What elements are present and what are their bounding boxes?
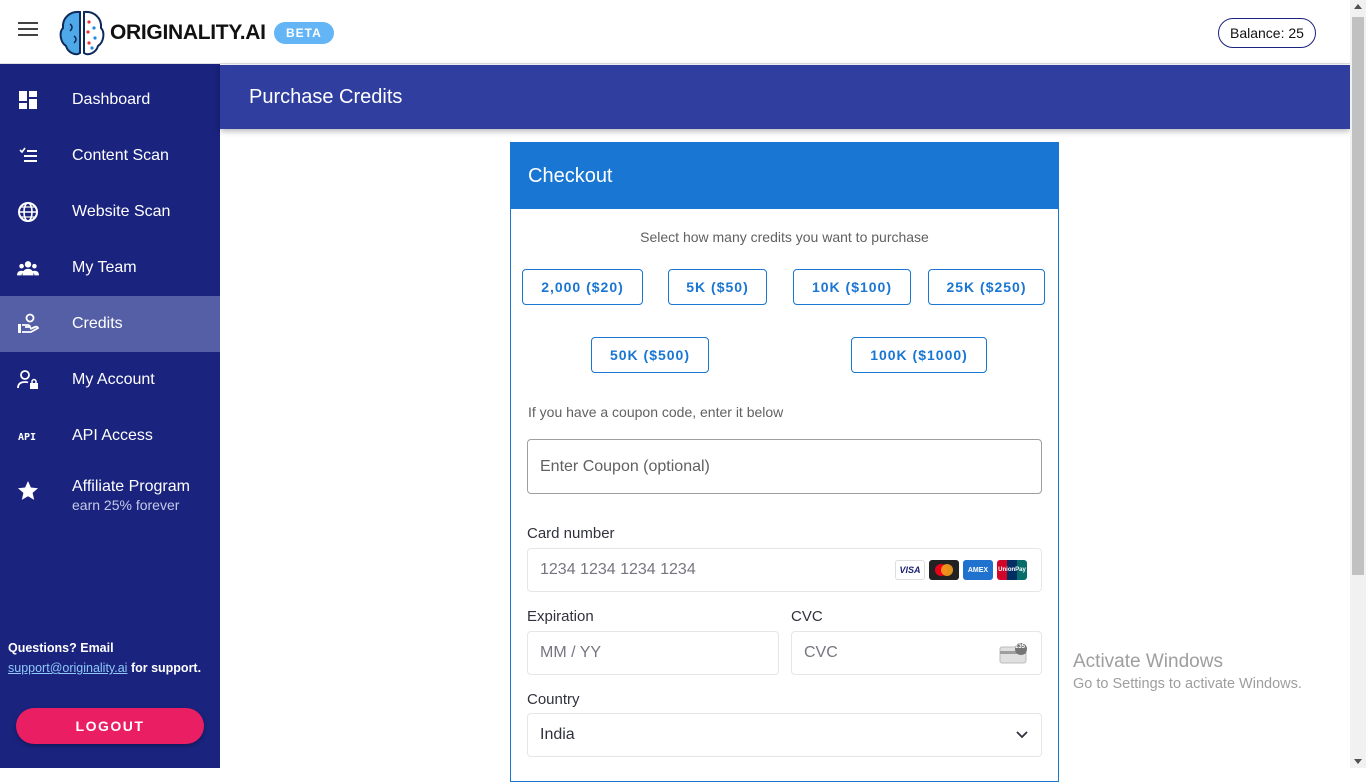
- credit-option-2000-button[interactable]: 2,000 ($20): [522, 269, 643, 305]
- beta-badge: BETA: [274, 22, 334, 44]
- mastercard-icon: [929, 560, 959, 580]
- sidebar-item-api-access[interactable]: API API Access: [0, 408, 220, 464]
- credit-option-25k-button[interactable]: 25K ($250): [928, 269, 1045, 305]
- activate-windows-subtitle: Go to Settings to activate Windows.: [1073, 676, 1302, 692]
- user-lock-icon: [17, 369, 39, 391]
- country-value: India: [540, 726, 575, 743]
- support-prefix: Questions? Email: [8, 641, 114, 655]
- page-header: Purchase Credits: [220, 65, 1350, 129]
- coupon-input[interactable]: [527, 439, 1042, 494]
- page-title: Purchase Credits: [249, 86, 403, 108]
- brain-logo-icon: [59, 10, 105, 56]
- sidebar-item-my-team[interactable]: My Team: [0, 240, 220, 296]
- cvc-icon-text: 135: [1015, 644, 1026, 650]
- balance-badge[interactable]: Balance: 25: [1218, 18, 1316, 48]
- checklist-icon: [17, 145, 39, 167]
- cvc-label: CVC: [791, 608, 823, 625]
- menu-icon[interactable]: [18, 22, 38, 42]
- svg-text:API: API: [18, 432, 36, 442]
- expiration-label: Expiration: [527, 608, 594, 625]
- activate-windows-title: Activate Windows: [1073, 651, 1223, 672]
- expiration-input[interactable]: [527, 631, 779, 675]
- sidebar-item-affiliate-program[interactable]: Affiliate Program earn 25% forever: [0, 464, 220, 528]
- sidebar-item-sublabel: earn 25% forever: [72, 497, 180, 513]
- card-brands: VISA AMEX UnionPay: [895, 560, 1027, 580]
- logout-button[interactable]: LOGOUT: [16, 708, 204, 744]
- page-scrollbar[interactable]: [1350, 0, 1366, 768]
- credit-option-50k-button[interactable]: 50K ($500): [591, 337, 709, 373]
- dashboard-icon: [17, 89, 39, 111]
- sidebar-item-dashboard[interactable]: Dashboard: [0, 72, 220, 128]
- support-suffix: for support.: [127, 661, 202, 675]
- checkout-title: Checkout: [511, 143, 1058, 209]
- credit-option-5k-button[interactable]: 5K ($50): [668, 269, 767, 305]
- star-icon: [17, 480, 39, 502]
- sidebar-item-credits[interactable]: Credits: [0, 296, 220, 352]
- unionpay-icon: UnionPay: [997, 560, 1027, 580]
- sidebar-item-my-account[interactable]: My Account: [0, 352, 220, 408]
- sidebar-item-label: Dashboard: [72, 91, 151, 108]
- scroll-thumb[interactable]: [1352, 17, 1364, 575]
- globe-icon: [17, 201, 39, 223]
- credit-option-10k-button[interactable]: 10K ($100): [793, 269, 911, 305]
- sidebar-item-label: Content Scan: [72, 147, 169, 164]
- country-select[interactable]: India: [527, 713, 1042, 757]
- amex-icon: AMEX: [963, 560, 993, 580]
- credits-hand-icon: [17, 313, 39, 335]
- cvc-card-icon: 135: [999, 643, 1029, 665]
- coupon-instructions: If you have a coupon code, enter it belo…: [528, 404, 784, 420]
- scroll-down-icon[interactable]: [1354, 759, 1362, 764]
- sidebar-item-label: Affiliate Program: [72, 478, 190, 495]
- sidebar-item-label: Website Scan: [72, 203, 171, 220]
- scroll-up-icon[interactable]: [1354, 4, 1362, 9]
- credit-option-100k-button[interactable]: 100K ($1000): [851, 337, 987, 373]
- sidebar-item-website-scan[interactable]: Website Scan: [0, 184, 220, 240]
- chevron-down-icon: [1016, 731, 1028, 739]
- sidebar-item-content-scan[interactable]: Content Scan: [0, 128, 220, 184]
- group-icon: [17, 257, 39, 279]
- support-text: Questions? Email support@originality.ai …: [8, 638, 201, 678]
- sidebar-item-label: API Access: [72, 427, 153, 444]
- support-email-link[interactable]: support@originality.ai: [8, 661, 127, 675]
- visa-icon: VISA: [895, 560, 925, 580]
- api-icon: API: [17, 425, 39, 447]
- checkout-card: Checkout Select how many credits you wan…: [510, 142, 1059, 782]
- sidebar-item-label: My Team: [72, 259, 137, 276]
- sidebar: Dashboard Content Scan Website Scan My T…: [0, 64, 220, 768]
- select-credits-text: Select how many credits you want to purc…: [640, 229, 929, 245]
- sidebar-item-label: Credits: [72, 315, 123, 332]
- country-label: Country: [527, 691, 580, 708]
- top-bar: ORIGINALITY.AI BETA Balance: 25: [0, 0, 1350, 64]
- brand-name: ORIGINALITY.AI: [110, 21, 266, 44]
- card-number-label: Card number: [527, 525, 615, 542]
- sidebar-item-label: My Account: [72, 371, 155, 388]
- logo[interactable]: ORIGINALITY.AI: [58, 8, 266, 58]
